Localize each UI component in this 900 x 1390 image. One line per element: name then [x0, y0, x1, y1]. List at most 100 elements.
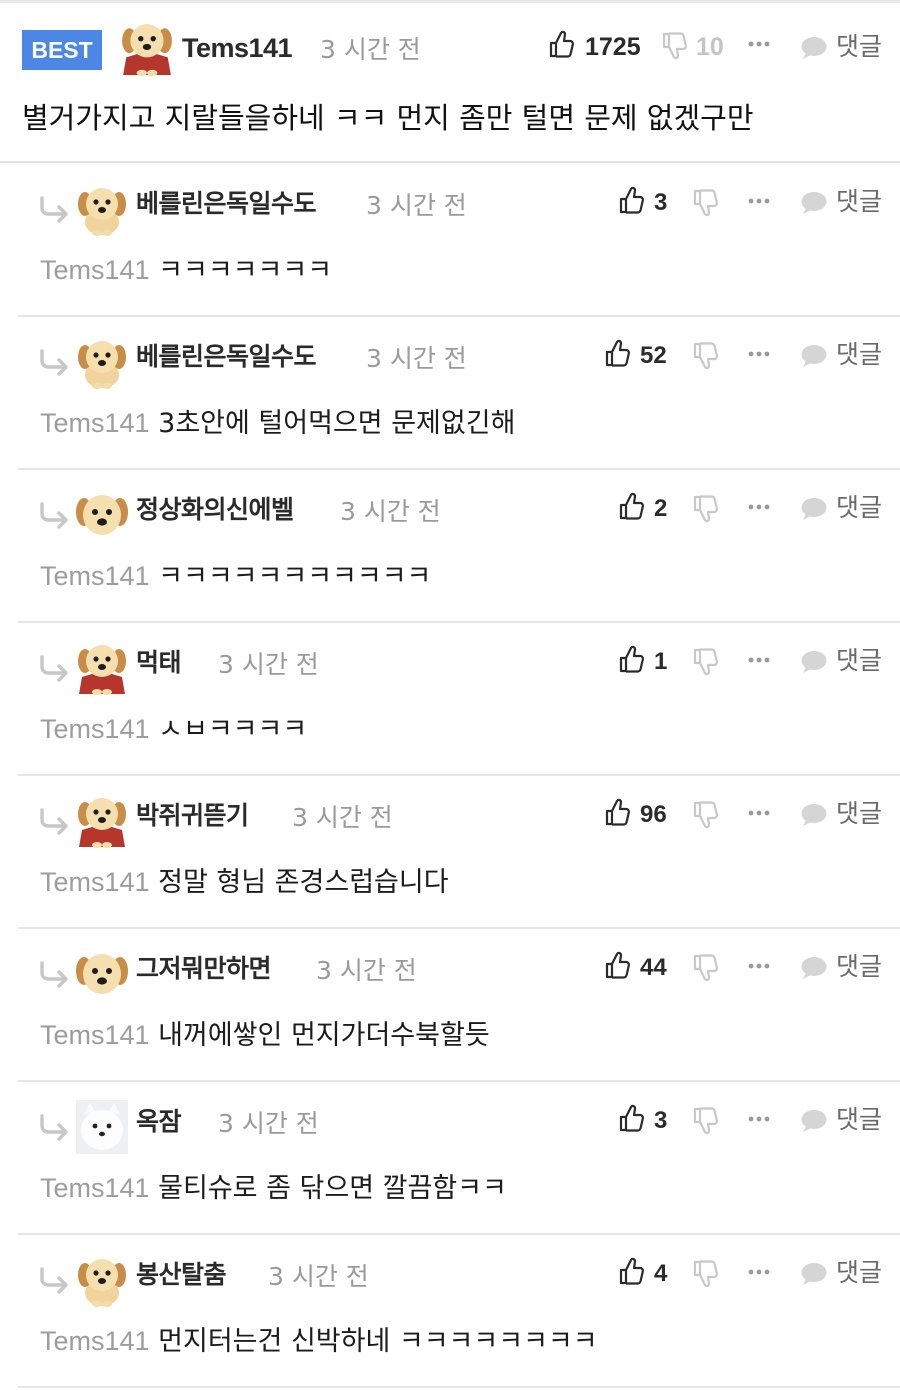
comment-text: Tems141 물티슈로 좀 닦으면 깔끔함ㅋㅋ — [40, 1168, 507, 1209]
reply-comment: 먹태 3 시간 전 1 댓글 Tems141 ㅅㅂㅋㅋㅋㅋ — [18, 623, 900, 776]
more-dots-icon[interactable] — [746, 798, 772, 828]
speech-bubble-icon[interactable] — [800, 496, 828, 522]
reply-comment: 옥잠 3 시간 전 3 댓글 Tems141 물티슈로 좀 닦으면 깔끔함ㅋㅋ — [18, 1082, 900, 1235]
avatar[interactable] — [76, 794, 128, 848]
like-count: 1725 — [585, 33, 641, 61]
comment-text: Tems141 정말 형님 존경스럽습니다 — [40, 862, 449, 903]
comment-body: 3초안에 털어먹으면 문제없긴해 — [158, 408, 516, 439]
username[interactable]: Tems141 — [182, 30, 293, 66]
more-dots-icon[interactable] — [746, 339, 772, 369]
reply-button[interactable]: 댓글 — [836, 1255, 882, 1291]
username[interactable]: 베를린은독일수도 — [136, 186, 317, 222]
comment-text: Tems141 먼지터는건 신박하네 ㅋㅋㅋㅋㅋㅋㅋㅋ — [40, 1321, 598, 1362]
mention[interactable]: Tems141 — [40, 561, 150, 591]
avatar[interactable] — [120, 20, 174, 76]
more-dots-icon[interactable] — [746, 186, 772, 216]
mention[interactable]: Tems141 — [40, 408, 150, 438]
reply-comment: 정상화의신에벨 3 시간 전 2 댓글 Tems141 ㅋㅋㅋㅋㅋㅋㅋㅋㅋㅋㅋ — [18, 470, 900, 623]
avatar[interactable] — [76, 182, 128, 236]
username[interactable]: 박쥐귀뜯기 — [136, 798, 249, 834]
timestamp: 3 시간 전 — [320, 35, 421, 64]
timestamp: 3 시간 전 — [340, 497, 441, 526]
timestamp: 3 시간 전 — [366, 191, 467, 220]
thumbs-down-icon[interactable] — [692, 953, 718, 983]
speech-bubble-icon[interactable] — [800, 802, 828, 828]
speech-bubble-icon[interactable] — [800, 190, 828, 216]
reply-button[interactable]: 댓글 — [836, 184, 882, 220]
comment-text: Tems141 ㅋㅋㅋㅋㅋㅋㅋ — [40, 250, 332, 291]
thumbs-up-icon[interactable] — [604, 797, 630, 827]
speech-bubble-icon[interactable] — [800, 649, 828, 675]
mention[interactable]: Tems141 — [40, 714, 150, 744]
thumbs-up-icon[interactable] — [604, 950, 630, 980]
mention[interactable]: Tems141 — [40, 255, 150, 285]
avatar[interactable] — [76, 1100, 128, 1154]
thumbs-up-icon[interactable] — [604, 338, 630, 368]
comment-text: Tems141 ㅅㅂㅋㅋㅋㅋ — [40, 709, 307, 750]
avatar[interactable] — [76, 947, 128, 1001]
username[interactable]: 먹태 — [136, 645, 182, 681]
more-dots-icon[interactable] — [746, 1257, 772, 1287]
avatar[interactable] — [76, 488, 128, 542]
username[interactable]: 그저뭐만하면 — [136, 951, 272, 987]
comment-text: Tems141 3초안에 털어먹으면 문제없긴해 — [40, 403, 515, 444]
comment-body: 정말 형님 존경스럽습니다 — [158, 867, 449, 898]
reply-button[interactable]: 댓글 — [836, 490, 882, 526]
thumbs-down-icon[interactable] — [692, 188, 718, 218]
reply-comment: 그저뭐만하면 3 시간 전 44 댓글 Tems141 내꺼에쌓인 먼지가더수북… — [18, 929, 900, 1082]
thumbs-down-icon[interactable] — [692, 494, 718, 524]
avatar[interactable] — [76, 1253, 128, 1307]
thumbs-up-icon[interactable] — [618, 491, 644, 521]
reply-button[interactable]: 댓글 — [836, 1102, 882, 1138]
more-dots-icon[interactable] — [746, 29, 772, 59]
speech-bubble-icon[interactable] — [800, 1108, 828, 1134]
reply-comment: 박쥐귀뜯기 3 시간 전 96 댓글 Tems141 정말 형님 존경스럽습니다 — [18, 776, 900, 929]
username[interactable]: 정상화의신에벨 — [136, 492, 294, 528]
thumbs-down-icon[interactable] — [692, 1106, 718, 1136]
thumbs-up-icon[interactable] — [548, 29, 574, 59]
username[interactable]: 봉산탈춤 — [136, 1257, 227, 1293]
thumbs-up-icon[interactable] — [618, 644, 644, 674]
reply-button[interactable]: 댓글 — [836, 29, 882, 65]
mention[interactable]: Tems141 — [40, 1326, 150, 1356]
thumbs-down-icon[interactable] — [661, 31, 687, 61]
thumbs-down-icon[interactable] — [692, 647, 718, 677]
more-dots-icon[interactable] — [746, 1104, 772, 1134]
like-count: 52 — [640, 342, 667, 369]
reply-button[interactable]: 댓글 — [836, 796, 882, 832]
reply-button[interactable]: 댓글 — [836, 949, 882, 985]
reply-arrow-icon — [38, 500, 72, 530]
reply-arrow-icon — [38, 653, 72, 683]
timestamp: 3 시간 전 — [366, 344, 467, 373]
thumbs-up-icon[interactable] — [618, 1103, 644, 1133]
thumbs-down-icon[interactable] — [692, 800, 718, 830]
username[interactable]: 옥잠 — [136, 1104, 182, 1140]
thumbs-up-icon[interactable] — [618, 185, 644, 215]
reply-button[interactable]: 댓글 — [836, 337, 882, 373]
username[interactable]: 베를린은독일수도 — [136, 339, 317, 375]
speech-bubble-icon[interactable] — [800, 1261, 828, 1287]
avatar[interactable] — [76, 335, 128, 389]
comment-text: 별거가지고 지랄들을하네 ㅋㅋ 먼지 좀만 털면 문제 없겠구만 — [22, 101, 754, 135]
like-count: 96 — [640, 801, 667, 828]
comment-body: 물티슈로 좀 닦으면 깔끔함ㅋㅋ — [158, 1173, 507, 1204]
mention[interactable]: Tems141 — [40, 1173, 150, 1203]
more-dots-icon[interactable] — [746, 645, 772, 675]
thumbs-down-icon[interactable] — [692, 1259, 718, 1289]
comment-body: 먼지터는건 신박하네 ㅋㅋㅋㅋㅋㅋㅋㅋ — [158, 1326, 598, 1357]
timestamp: 3 시간 전 — [268, 1262, 369, 1291]
speech-bubble-icon[interactable] — [800, 343, 828, 369]
comment-text: Tems141 내꺼에쌓인 먼지가더수북할듯 — [40, 1015, 490, 1056]
more-dots-icon[interactable] — [746, 951, 772, 981]
reply-arrow-icon — [38, 347, 72, 377]
like-count: 3 — [654, 1107, 668, 1134]
reply-button[interactable]: 댓글 — [836, 643, 882, 679]
mention[interactable]: Tems141 — [40, 867, 150, 897]
mention[interactable]: Tems141 — [40, 1020, 150, 1050]
avatar[interactable] — [76, 641, 128, 695]
thumbs-up-icon[interactable] — [618, 1256, 644, 1286]
thumbs-down-icon[interactable] — [692, 341, 718, 371]
speech-bubble-icon[interactable] — [800, 35, 828, 61]
speech-bubble-icon[interactable] — [800, 955, 828, 981]
more-dots-icon[interactable] — [746, 492, 772, 522]
